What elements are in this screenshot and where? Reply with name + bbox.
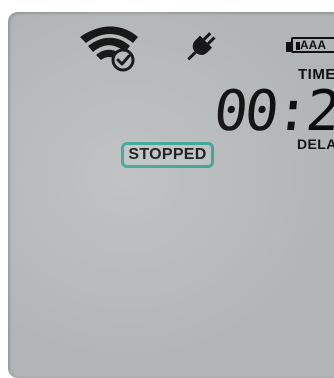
wifi-check-icon: [80, 26, 138, 72]
delay-label: DELAY: [297, 136, 334, 152]
battery-indicator: AAA: [286, 37, 334, 57]
status-badge: STOPPED: [121, 142, 214, 168]
battery-label: AAA: [300, 38, 326, 52]
lcd-screen: AAA TIME 00:27 DELAY STOPPED: [8, 12, 334, 378]
power-plug-icon: [187, 32, 216, 61]
clock-display: 00:27: [210, 79, 334, 144]
